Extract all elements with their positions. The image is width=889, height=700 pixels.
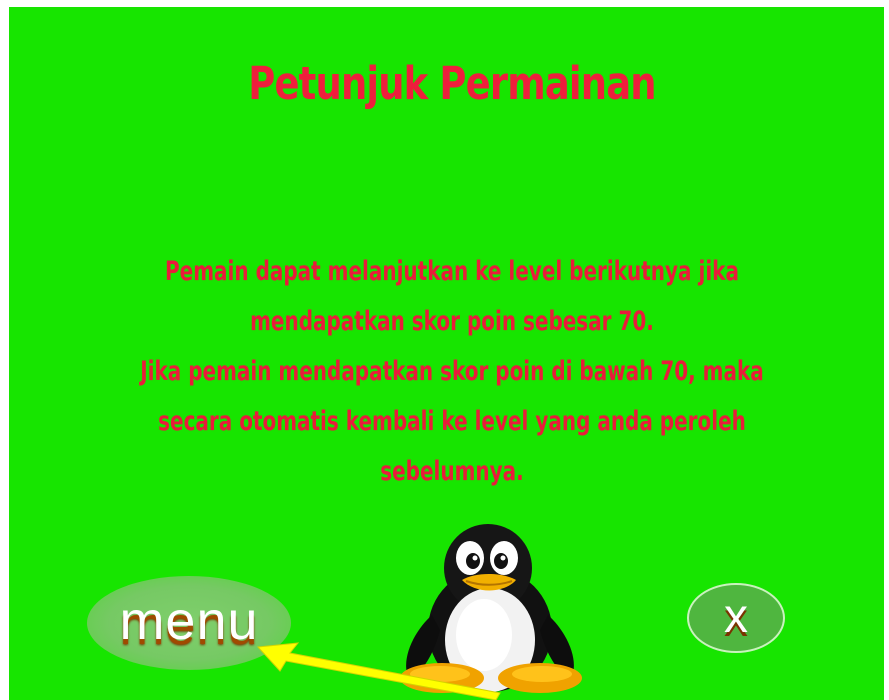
close-button[interactable]: x [687, 583, 785, 653]
page-title: Petunjuk Permainan [248, 57, 656, 110]
instruction-line: sebelumnya. [380, 456, 524, 487]
arrow-icon [256, 642, 501, 700]
instruction-line: Jika pemain mendapatkan skor poin di baw… [140, 356, 764, 387]
close-button-label: x [724, 590, 748, 643]
instruction-line: mendapatkan skor poin sebesar 70. [250, 306, 654, 337]
instructions-text: Pemain dapat melanjutkan ke level beriku… [124, 247, 780, 497]
game-screen: Petunjuk Permainan Pemain dapat melanjut… [0, 0, 889, 700]
instruction-line: secara otomatis kembali ke level yang an… [158, 406, 746, 437]
instruction-line: Pemain dapat melanjutkan ke level beriku… [165, 256, 739, 287]
